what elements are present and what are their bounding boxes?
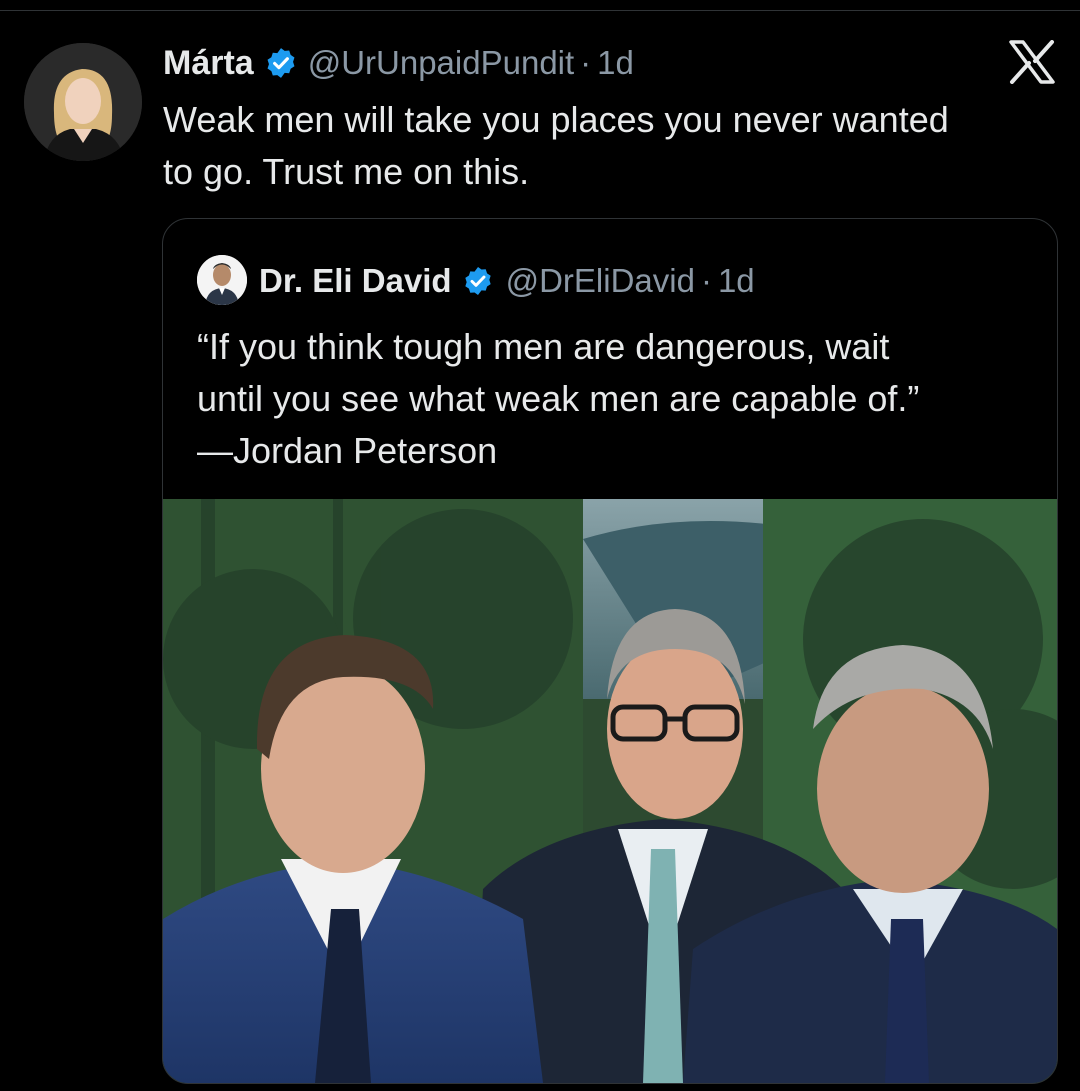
quoted-tweet-header: Dr. Eli David @DrEliDavid · 1d: [259, 257, 755, 305]
quoted-text-line: “If you think tough men are dangerous, w…: [197, 326, 890, 367]
quoted-author-handle[interactable]: @DrEliDavid: [506, 262, 695, 300]
quoted-tweet-photo[interactable]: [163, 499, 1057, 1083]
verified-badge-icon: [264, 46, 298, 80]
separator-dot: ·: [700, 262, 712, 299]
separator-dot: ·: [580, 44, 592, 81]
tweet-time[interactable]: 1d: [597, 44, 634, 82]
author-handle[interactable]: @UrUnpaidPundit: [308, 44, 574, 82]
quoted-tweet-text: “If you think tough men are dangerous, w…: [197, 321, 1037, 477]
tweet-text-line: Weak men will take you places you never …: [163, 99, 949, 140]
author-name[interactable]: Márta: [163, 44, 254, 83]
author-avatar[interactable]: [24, 43, 142, 161]
quoted-author-avatar[interactable]: [197, 255, 247, 305]
tweet-text: Weak men will take you places you never …: [163, 94, 1063, 198]
quoted-text-line: —Jordan Peterson: [197, 430, 498, 471]
tweet-text-line: to go. Trust me on this.: [163, 151, 530, 192]
quoted-tweet-card[interactable]: Dr. Eli David @DrEliDavid · 1d “If you t…: [162, 218, 1058, 1084]
quoted-tweet-time[interactable]: 1d: [718, 262, 755, 300]
verified-badge-icon: [462, 265, 494, 297]
top-divider: [0, 10, 1080, 11]
tweet-header: Márta @UrUnpaidPundit · 1d: [163, 40, 634, 86]
quoted-text-line: until you see what weak men are capable …: [197, 378, 920, 419]
x-logo-icon: [1008, 40, 1056, 84]
quoted-author-name[interactable]: Dr. Eli David: [259, 262, 452, 300]
